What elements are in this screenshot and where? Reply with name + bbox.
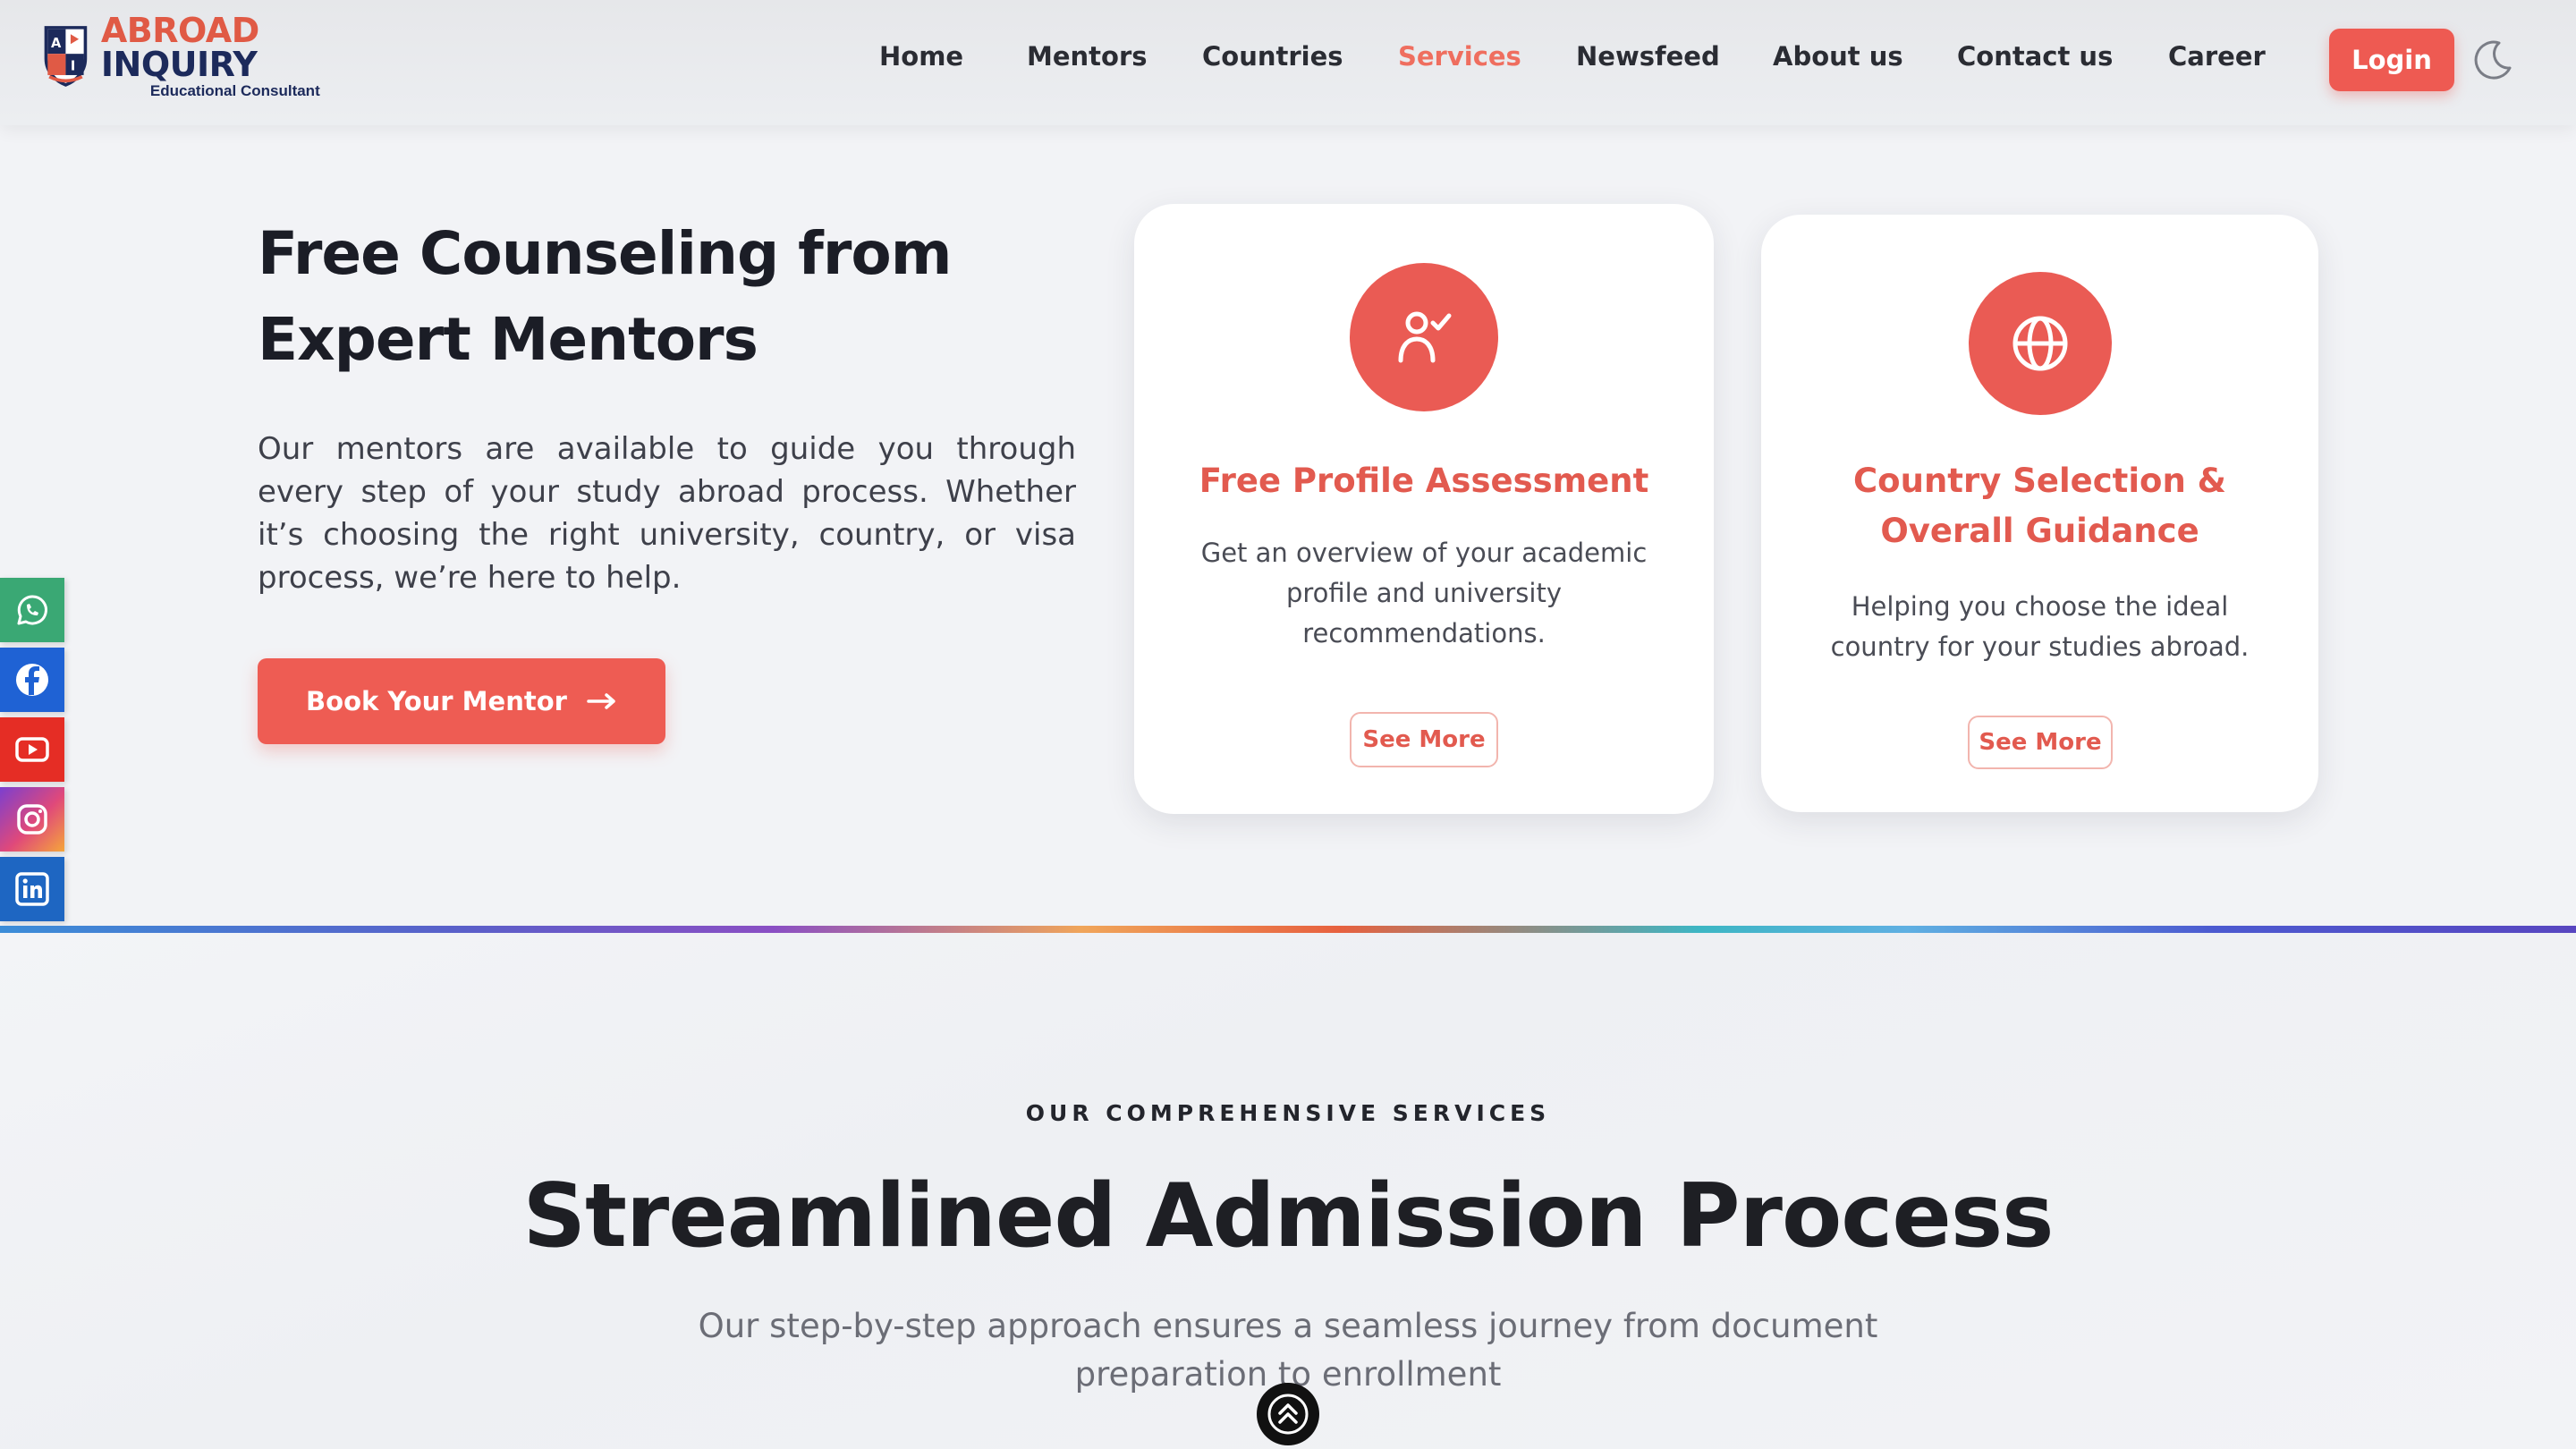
site-header: A I ABROAD INQUIRY Educational Consultan…: [0, 0, 2576, 125]
logo-shield-icon: A I: [44, 26, 88, 87]
nav-home[interactable]: Home: [879, 41, 963, 72]
card-title: Country Selection & Overall Guidance: [1853, 462, 2226, 550]
book-mentor-button[interactable]: Book Your Mentor: [258, 658, 665, 744]
card-description: Helping you choose the ideal country for…: [1830, 591, 2250, 662]
whatsapp-icon: [17, 595, 47, 625]
youtube-button[interactable]: [0, 717, 64, 782]
svg-text:I: I: [71, 58, 75, 73]
brand-wordmark: ABROAD INQUIRY Educational Consultant: [101, 13, 399, 98]
card-title: Free Profile Assessment: [1199, 462, 1649, 500]
social-sidebar: [0, 578, 64, 927]
nav-newsfeed[interactable]: Newsfeed: [1576, 41, 1720, 72]
nav-mentors[interactable]: Mentors: [1027, 41, 1148, 72]
facebook-button[interactable]: [0, 648, 64, 712]
user-check-icon-circle: [1350, 263, 1498, 411]
see-more-button[interactable]: See More: [1968, 716, 2113, 769]
nav-about-us[interactable]: About us: [1773, 41, 1903, 72]
brand-name-part2: INQUIRY: [100, 44, 258, 84]
scroll-to-top-button[interactable]: [1257, 1383, 1319, 1445]
login-button[interactable]: Login: [2329, 29, 2454, 91]
arrow-right-icon: [587, 693, 615, 709]
chevrons-up-icon: [1267, 1394, 1309, 1435]
user-check-icon: [1398, 311, 1452, 363]
linkedin-button[interactable]: [0, 857, 64, 921]
card-description: Get an overview of your academic profile…: [1200, 538, 1648, 648]
nav-countries[interactable]: Countries: [1202, 41, 1343, 72]
section-title: Streamlined Admission Process: [522, 1165, 2054, 1267]
facebook-icon: [16, 664, 48, 696]
book-mentor-label: Book Your Mentor: [306, 686, 567, 716]
brand-logo[interactable]: A I ABROAD INQUIRY Educational Consultan…: [41, 13, 399, 98]
brand-tagline: Educational Consultant: [149, 81, 320, 99]
nav-contact-us[interactable]: Contact us: [1957, 41, 2113, 72]
brand-name: ABROAD INQUIRY: [101, 13, 399, 81]
instagram-button[interactable]: [0, 787, 64, 852]
globe-icon-circle: [1968, 272, 2112, 415]
nav-services[interactable]: Services: [1398, 41, 1521, 72]
see-more-button[interactable]: See More: [1350, 712, 1498, 767]
section-divider: [0, 926, 2576, 933]
service-card-country-selection: Country Selection & Overall Guidance Hel…: [1761, 215, 2318, 812]
linkedin-icon: [15, 872, 49, 906]
youtube-icon: [15, 737, 49, 762]
whatsapp-button[interactable]: [0, 578, 64, 642]
section-eyebrow: OUR COMPREHENSIVE SERVICES: [1025, 1100, 1551, 1126]
service-card-profile-assessment: Free Profile Assessment Get an overview …: [1134, 204, 1714, 814]
nav-career[interactable]: Career: [2168, 41, 2266, 72]
moon-icon[interactable]: [2470, 38, 2515, 82]
globe-icon: [2012, 316, 2067, 371]
hero-description: Our mentors are available to guide you t…: [258, 431, 1076, 596]
hero-title: Free Counseling from Expert Mentors: [258, 219, 953, 374]
instagram-icon: [17, 804, 47, 835]
svg-text:A: A: [51, 36, 62, 51]
